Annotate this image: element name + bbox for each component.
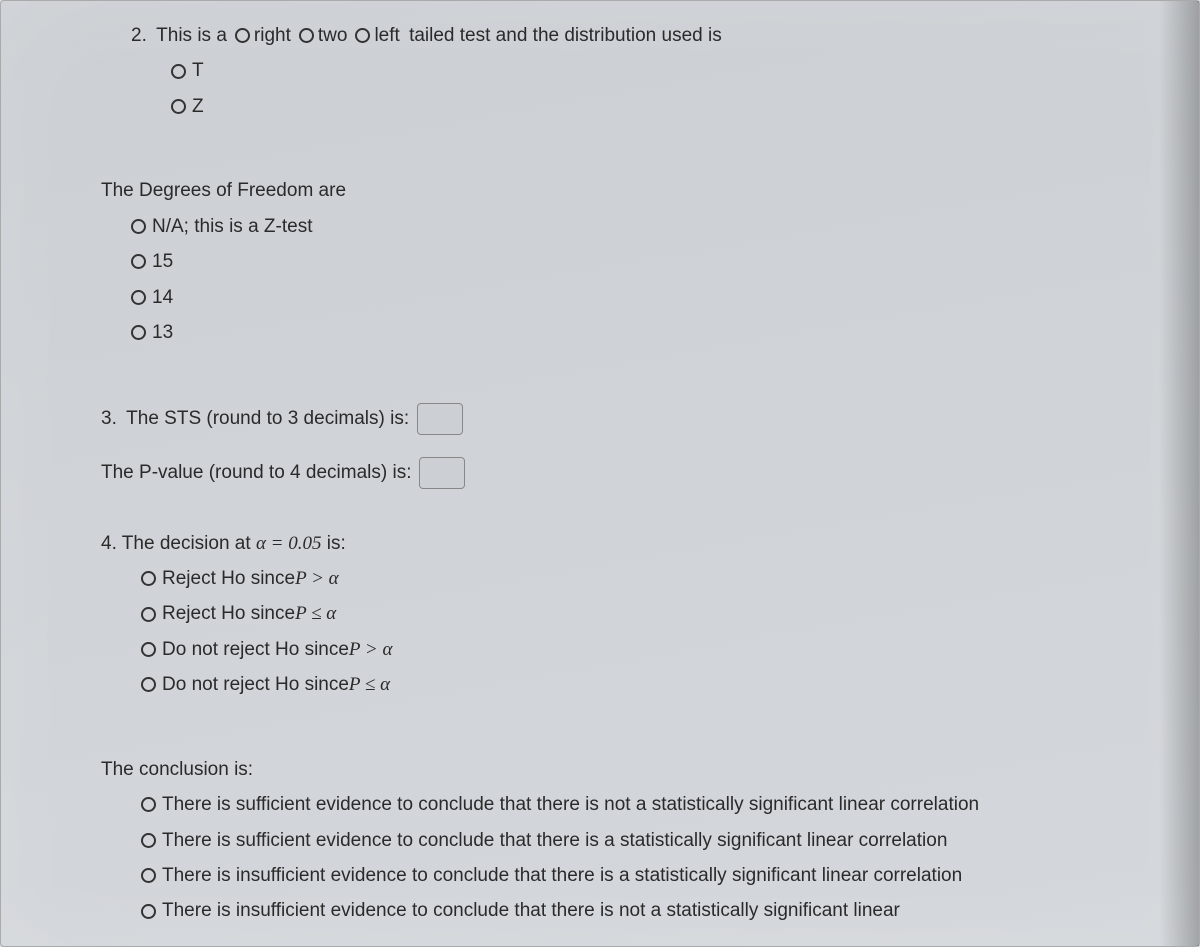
radio-concl-4[interactable] [141, 904, 156, 919]
dist-opt-z: Z [192, 92, 204, 121]
dec-opt-3a: Do not reject Ho since [162, 635, 349, 664]
q4-alpha: α = 0.05 [256, 533, 322, 554]
q3-number: 3. [101, 404, 117, 433]
df-opt-na: N/A; this is a Z-test [152, 212, 312, 241]
radio-two[interactable] [299, 28, 314, 43]
radio-dec-1[interactable] [141, 571, 156, 586]
dist-opt-t: T [192, 56, 204, 85]
concl-opt-2: There is sufficient evidence to conclude… [162, 826, 947, 855]
conclusion-heading: The conclusion is: [101, 755, 1159, 784]
q2-opt-right: right [254, 21, 291, 50]
radio-left[interactable] [355, 28, 370, 43]
q2-opt-two: two [318, 21, 348, 50]
radio-dist-z[interactable] [171, 99, 186, 114]
radio-concl-3[interactable] [141, 868, 156, 883]
df-opt-14: 14 [152, 283, 173, 312]
dec-opt-2a: Reject Ho since [162, 599, 295, 628]
sts-input[interactable] [417, 403, 463, 435]
radio-concl-2[interactable] [141, 833, 156, 848]
concl-opt-1: There is sufficient evidence to conclude… [162, 790, 979, 819]
pvalue-input[interactable] [419, 457, 465, 489]
dec-opt-2b: P ≤ α [295, 599, 336, 628]
q4-number: 4. [101, 533, 117, 554]
radio-concl-1[interactable] [141, 797, 156, 812]
dec-opt-4a: Do not reject Ho since [162, 670, 349, 699]
question-number: 2. [131, 21, 147, 50]
df-opt-15: 15 [152, 247, 173, 276]
df-opt-13: 13 [152, 318, 173, 347]
question-4: 4. The decision at α = 0.05 is: Reject H… [101, 529, 1159, 700]
radio-dist-t[interactable] [171, 64, 186, 79]
radio-df-13[interactable] [131, 325, 146, 340]
q3-pval-label: The P-value (round to 4 decimals) is: [101, 458, 411, 487]
conclusion-section: The conclusion is: There is sufficient e… [101, 755, 1159, 926]
dec-opt-1a: Reject Ho since [162, 564, 295, 593]
quiz-page: 2. This is a right two left tailed test … [0, 0, 1200, 947]
df-section: The Degrees of Freedom are N/A; this is … [101, 176, 1159, 347]
concl-opt-4: There is insufficient evidence to conclu… [162, 896, 900, 925]
question-2: 2. This is a right two left tailed test … [131, 21, 1159, 121]
dec-opt-1b: P > α [295, 564, 339, 593]
q2-opt-left: left [374, 21, 399, 50]
q4-prompt-a: The decision at [122, 533, 256, 554]
q2-prefix: This is a [156, 21, 227, 50]
concl-opt-3: There is insufficient evidence to conclu… [162, 861, 962, 890]
radio-dec-4[interactable] [141, 677, 156, 692]
radio-dec-3[interactable] [141, 642, 156, 657]
radio-df-14[interactable] [131, 290, 146, 305]
dec-opt-4b: P ≤ α [349, 670, 390, 699]
q4-prompt-c: is: [321, 533, 345, 554]
radio-dec-2[interactable] [141, 607, 156, 622]
radio-right[interactable] [235, 28, 250, 43]
q3-sts-label: The STS (round to 3 decimals) is: [126, 404, 409, 433]
dec-opt-3b: P > α [349, 635, 393, 664]
radio-df-na[interactable] [131, 219, 146, 234]
df-heading: The Degrees of Freedom are [101, 176, 1159, 205]
q2-after: tailed test and the distribution used is [409, 21, 722, 50]
question-3: 3. The STS (round to 3 decimals) is: The… [101, 403, 1159, 489]
radio-df-15[interactable] [131, 254, 146, 269]
